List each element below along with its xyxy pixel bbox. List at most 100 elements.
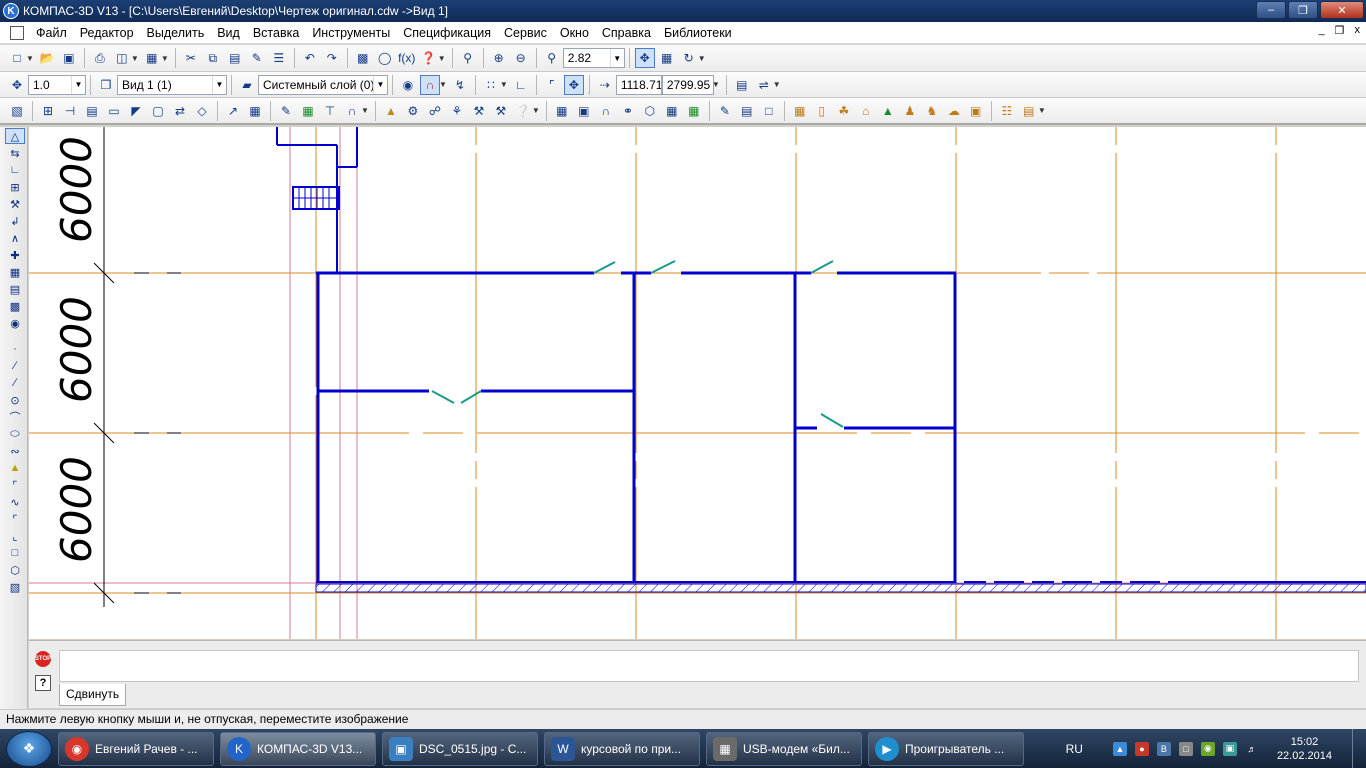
color-icon[interactable]: ◉ (398, 75, 418, 95)
zoom-scale-icon[interactable]: ⚲ (542, 48, 562, 68)
plant-pot-icon[interactable]: ☘ (834, 101, 854, 121)
floor-plan-drawing[interactable]: 6000 6000 6000 (29, 127, 1366, 639)
library-manager-icon[interactable]: ▲ (381, 101, 401, 121)
chevron-down-icon[interactable]: ▼ (1038, 106, 1046, 115)
chevron-down-icon[interactable]: ▼ (161, 54, 169, 63)
vk-tray-icon[interactable]: B (1156, 741, 1171, 756)
doc-minimize-icon[interactable]: _ (1319, 24, 1325, 37)
document-state-icon[interactable]: ▤ (732, 75, 752, 95)
point-tool-icon[interactable]: · (5, 341, 25, 357)
dimensions-tool-icon[interactable]: ⇆ (5, 145, 25, 161)
circle-tool-icon[interactable]: ⊙ (5, 392, 25, 408)
list-icon[interactable]: ☰ (269, 48, 289, 68)
tools-icon[interactable]: ⚒ (491, 101, 511, 121)
editing-tool-icon[interactable]: ⊞ (5, 179, 25, 195)
manager-icon[interactable]: ▩ (353, 48, 373, 68)
taskbar-item-modem[interactable]: ▦ USB-модем «Бил... (706, 731, 862, 766)
variables-icon[interactable]: f(x) (397, 48, 417, 68)
axis-grid-icon[interactable]: ⊞ (38, 101, 58, 121)
tab-pan[interactable]: Сдвинуть (59, 684, 127, 706)
chevron-down-icon[interactable]: ▼ (438, 54, 446, 63)
language-indicator[interactable]: RU (1066, 742, 1083, 756)
nut-icon[interactable]: ⬡ (640, 101, 660, 121)
select-tool-icon[interactable]: ∧ (5, 230, 25, 246)
aux-line-tool-icon[interactable]: ∕ (5, 358, 25, 374)
taskbar-item-photo-viewer[interactable]: ▣ DSC_0515.jpg - С... (382, 731, 538, 766)
taskbar-item-media-player[interactable]: ▶ Проигрыватель ... (868, 731, 1024, 766)
redo-icon[interactable]: ↷ (322, 48, 342, 68)
windows-start-icon[interactable]: ❖ (6, 730, 52, 767)
symbols-tool-icon[interactable]: ∟ (5, 162, 25, 178)
show-desktop-button[interactable] (1352, 729, 1366, 768)
zoom-combo[interactable]: 2.82 ▼ (562, 48, 625, 68)
door-icon[interactable]: ◤ (126, 101, 146, 121)
edit-tool-icon[interactable]: ✎ (276, 101, 296, 121)
orthogonal-icon[interactable]: ↯ (450, 75, 470, 95)
refresh-icon[interactable]: ↻ (679, 48, 699, 68)
pencil-icon[interactable]: ✎ (715, 101, 735, 121)
house-icon[interactable]: ⌂ (856, 101, 876, 121)
chevron-down-icon[interactable]: ▼ (773, 80, 781, 89)
undo-icon[interactable]: ↶ (300, 48, 320, 68)
coordinates-icon[interactable]: ⇢ (595, 75, 615, 95)
menu-editor[interactable]: Редактор (74, 22, 141, 44)
shapes-tool-icon[interactable]: ◉ (5, 315, 25, 331)
spline-tool-icon[interactable]: ∾ (5, 443, 25, 459)
print-preview-icon[interactable]: ◫ (112, 48, 132, 68)
profile-icon[interactable]: ∩ (596, 101, 616, 121)
chevron-down-icon[interactable]: ▼ (609, 49, 624, 67)
network-icon[interactable]: ☍ (425, 101, 445, 121)
coord-x-field[interactable]: 1118.71 (615, 74, 662, 95)
polyline-tool-icon[interactable]: ⌜ (5, 477, 25, 493)
drawing-canvas[interactable]: 6000 6000 6000 (29, 127, 1366, 639)
measure-tool-icon[interactable]: ↲ (5, 213, 25, 229)
chevron-down-icon[interactable]: ▼ (373, 75, 387, 94)
segment-tool-icon[interactable]: ∕ (5, 375, 25, 391)
zoom-in-icon[interactable]: ⊕ (489, 48, 509, 68)
cube-icon[interactable]: ▦ (552, 101, 572, 121)
polygon-tool-icon[interactable]: ⬡ (5, 562, 25, 578)
close-icon[interactable]: ✕ (1320, 1, 1364, 19)
local-cs-icon[interactable]: ∟ (511, 75, 531, 95)
chamfer-tool-icon[interactable]: ⌜ (5, 511, 25, 527)
network-tray-icon[interactable]: ▲ (1112, 741, 1127, 756)
print-icon[interactable]: ⎙ (90, 48, 110, 68)
clock[interactable]: 15:02 22.02.2014 (1277, 735, 1332, 763)
doc-close-icon[interactable]: x (1355, 24, 1361, 37)
open-folder-icon[interactable]: 📂 (37, 48, 57, 68)
reports-tool-icon[interactable]: ▦ (5, 264, 25, 280)
pan-icon[interactable]: ✥ (634, 48, 655, 68)
chevron-down-icon[interactable]: ▼ (361, 106, 369, 115)
menu-libraries[interactable]: Библиотеки (658, 22, 739, 44)
antivirus-tray-icon[interactable]: ● (1134, 741, 1149, 756)
chevron-down-icon[interactable]: ▼ (439, 80, 447, 89)
step-combo[interactable]: 1.0 ▼ (28, 74, 86, 95)
volume-tray-icon[interactable]: ♬ (1245, 742, 1259, 756)
view-state-icon[interactable]: ❐ (96, 75, 116, 95)
taskbar-item-chrome[interactable]: ◉ Евгений Рачев - ... (58, 731, 214, 766)
arc-tool-icon[interactable]: ⌒ (5, 409, 25, 425)
person-icon[interactable]: ♟ (900, 101, 920, 121)
chevron-down-icon[interactable]: ▼ (532, 106, 540, 115)
format-painter-icon[interactable]: ✎ (247, 48, 267, 68)
minimize-icon[interactable]: – (1256, 1, 1286, 19)
column-icon[interactable]: ⊤ (320, 101, 340, 121)
chevron-down-icon[interactable]: ▼ (212, 75, 226, 94)
rectangle-tool-icon[interactable]: □ (5, 545, 25, 561)
beam-icon[interactable]: ∩ (342, 101, 362, 121)
zoom-window-icon[interactable]: ⚲ (458, 48, 478, 68)
fragments-tool-icon[interactable]: ▩ (5, 298, 25, 314)
marker-icon[interactable]: ◇ (192, 101, 212, 121)
menu-tools[interactable]: Инструменты (306, 22, 397, 44)
bolt-icon[interactable]: ⚭ (618, 101, 638, 121)
leader-icon[interactable]: ↗ (223, 101, 243, 121)
chevron-down-icon[interactable]: ▼ (71, 75, 85, 94)
hatch-tool-icon[interactable]: ▧ (5, 579, 25, 595)
assembly-icon[interactable]: ▦ (662, 101, 682, 121)
cursor-step-icon[interactable]: ✥ (7, 75, 27, 95)
equipment-icon[interactable]: ⚘ (447, 101, 467, 121)
chevron-down-icon[interactable]: ▼ (131, 54, 139, 63)
help-icon[interactable]: ? (35, 675, 51, 691)
snap-magnet-icon[interactable]: ∩ (420, 74, 440, 95)
page-icon[interactable]: □ (759, 101, 779, 121)
